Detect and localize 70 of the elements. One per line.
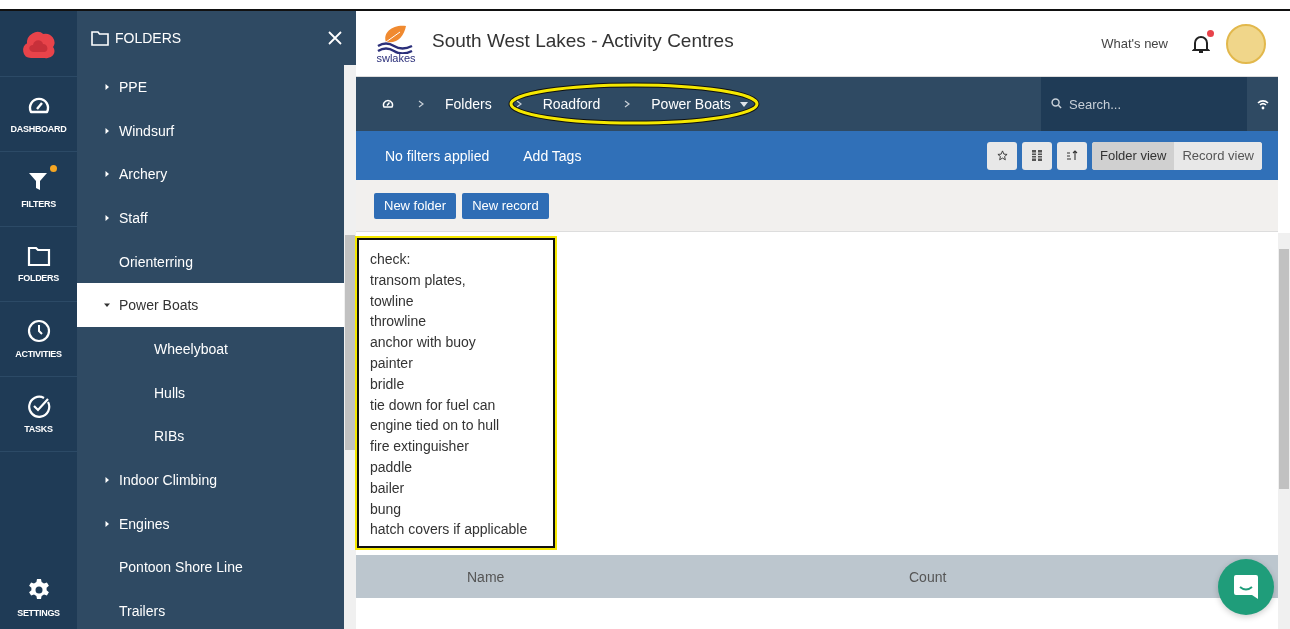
columns-button[interactable] xyxy=(1022,141,1052,170)
note-line: throwline xyxy=(370,312,428,332)
folder-tree-item[interactable]: Archery xyxy=(77,152,344,197)
add-tags-link[interactable]: Add Tags xyxy=(523,147,582,164)
note-line: bung xyxy=(370,499,403,519)
panel-title: FOLDERS xyxy=(115,30,183,46)
scrollbar[interactable] xyxy=(1278,233,1290,629)
caret-icon xyxy=(104,127,110,134)
column-header[interactable]: Count xyxy=(909,568,947,585)
note-line: towline xyxy=(370,291,415,311)
caret-icon xyxy=(104,171,110,178)
folder-tree-item[interactable]: Trailers xyxy=(77,589,344,629)
whats-new-link[interactable]: What's new xyxy=(1101,36,1168,51)
note-line: check: xyxy=(370,250,412,269)
note-line: tie down for fuel can xyxy=(370,395,497,415)
folder-tree-item[interactable]: Hulls xyxy=(77,370,344,415)
columns-icon xyxy=(1032,150,1042,161)
star-button[interactable] xyxy=(987,141,1017,170)
folder-icon xyxy=(91,30,109,46)
caret-icon xyxy=(104,83,110,90)
scrollbar[interactable] xyxy=(344,65,356,629)
app-title: South West Lakes - Activity Centres xyxy=(432,29,734,52)
folder-tree-item[interactable]: Pontoon Shore Line xyxy=(77,545,344,590)
folder-tree-item[interactable]: Power Boats xyxy=(77,283,344,328)
settings-nav-item[interactable]: SETTINGS xyxy=(0,567,77,629)
settings-icon xyxy=(26,578,51,602)
note-line: fire extinguisher xyxy=(370,437,470,457)
dropdown-caret-icon[interactable] xyxy=(739,101,748,107)
star-icon xyxy=(996,150,1008,161)
caret-icon xyxy=(104,477,110,484)
note-line: paddle xyxy=(370,457,414,477)
note-line: transom plates, xyxy=(370,270,467,290)
note-line: bailer xyxy=(370,478,406,498)
folder-tree-item[interactable]: Wheelyboat xyxy=(77,327,344,371)
breadcrumb-link[interactable]: Folders xyxy=(445,96,492,112)
search-field[interactable]: Search... xyxy=(1041,77,1247,131)
lakes-logo: swlakes xyxy=(372,23,420,64)
check-circle-icon xyxy=(26,394,51,418)
folder-tree-item[interactable]: PPE xyxy=(77,65,344,109)
separator-icon xyxy=(624,100,631,108)
caret-icon xyxy=(104,520,110,527)
sort-icon xyxy=(1066,150,1078,161)
view-toggle-button[interactable]: Folder view xyxy=(1092,141,1175,170)
caret-icon xyxy=(104,214,110,221)
folder-tree-item[interactable]: RIBs xyxy=(77,414,344,459)
note-line: hatch covers if applicable xyxy=(370,520,529,540)
folder-tree-item[interactable]: Indoor Climbing xyxy=(77,458,344,502)
gauge-icon[interactable] xyxy=(382,98,394,110)
toolbar-button[interactable]: New folder xyxy=(374,192,457,219)
folder-tree-item[interactable]: Orienterring xyxy=(77,239,344,284)
folder-tree-item[interactable]: Windsurf xyxy=(77,108,344,153)
caret-icon xyxy=(104,302,110,309)
separator-icon xyxy=(418,100,424,108)
folder-icon xyxy=(26,245,51,267)
note-line: anchor with buoy xyxy=(370,333,477,353)
breadcrumb-link[interactable]: Power Boats xyxy=(651,96,748,112)
note-line: bridle xyxy=(370,374,406,394)
note-line: engine tied on to hull xyxy=(370,416,501,436)
folder-tree-item[interactable]: Staff xyxy=(77,196,344,240)
chat-icon xyxy=(1232,573,1260,601)
clock-icon xyxy=(26,319,51,343)
folder-tree-item[interactable]: Engines xyxy=(77,501,344,546)
breadcrumb-link[interactable]: Roadford xyxy=(542,96,601,112)
separator-icon xyxy=(515,100,522,108)
note-line: painter xyxy=(370,354,414,373)
filter-status[interactable]: No filters applied xyxy=(385,147,490,164)
toolbar-button[interactable]: New record xyxy=(462,192,549,219)
close-icon[interactable] xyxy=(328,31,342,45)
column-header[interactable]: Name xyxy=(467,568,909,585)
sort-button[interactable] xyxy=(1057,141,1087,170)
